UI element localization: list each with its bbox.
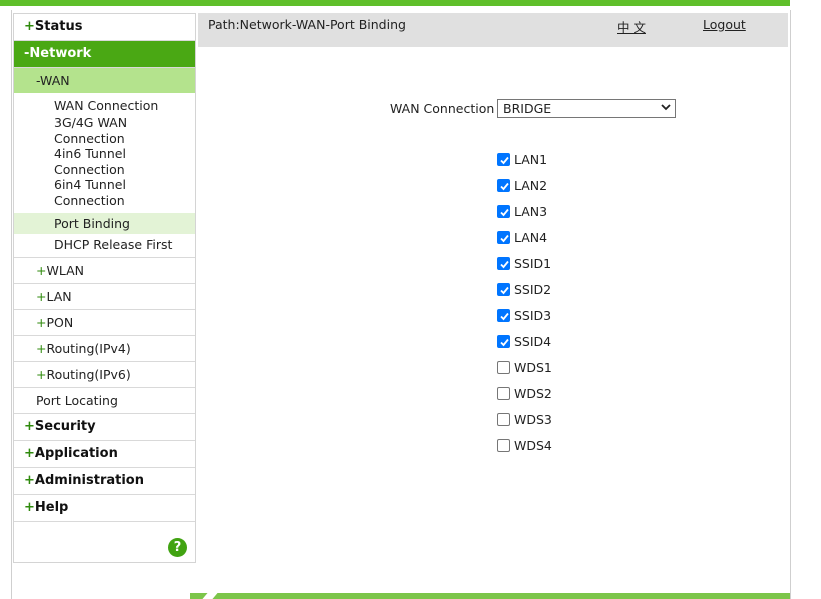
wan-connection-value: BRIDGE — [503, 101, 552, 116]
leaf-4in6-line2: Connection — [54, 161, 125, 177]
submenu-lan-label: LAN — [46, 289, 72, 304]
checkbox-ssid3[interactable] — [497, 309, 510, 322]
expand-plus-icon: + — [24, 419, 35, 434]
checkbox-lan3[interactable] — [497, 205, 510, 218]
menu-administration[interactable]: +Administration — [14, 468, 195, 495]
menu-security[interactable]: +Security — [14, 414, 195, 441]
header-bar: Path:Network-WAN-Port Binding 中 文 Logout — [198, 13, 788, 47]
menu-network-label: Network — [29, 46, 92, 61]
menu-administration-label: Administration — [34, 473, 144, 488]
checkbox-wds3[interactable] — [497, 413, 510, 426]
menu-application[interactable]: +Application — [14, 441, 195, 468]
wan-leaf-list: WAN Connection 3G/4G WAN Connection 4in6… — [14, 93, 195, 255]
checkmark-icon — [500, 182, 509, 191]
checkbox-lan2[interactable] — [497, 179, 510, 192]
top-brand-strip — [0, 0, 790, 6]
leaf-6in4-line2: Connection — [54, 192, 125, 208]
checkbox-label-lan4: LAN4 — [514, 230, 548, 245]
expand-plus-icon: + — [24, 19, 35, 34]
expand-plus-icon: + — [36, 367, 47, 382]
checkbox-label-lan2: LAN2 — [514, 178, 548, 193]
chevron-down-icon — [661, 104, 671, 111]
expand-plus-icon: + — [24, 473, 35, 488]
menu-status-label: Status — [34, 19, 83, 34]
checkmark-icon — [500, 156, 509, 165]
expand-plus-icon: + — [24, 500, 35, 515]
checkmark-icon — [500, 338, 509, 347]
checkbox-ssid4[interactable] — [497, 335, 510, 348]
submenu-routing-ipv4[interactable]: +Routing(IPv4) — [14, 336, 195, 362]
menu-security-label: Security — [34, 419, 96, 434]
leaf-dhcp-release-first[interactable]: DHCP Release First — [14, 234, 195, 255]
submenu-port-locating[interactable]: Port Locating — [14, 388, 195, 414]
checkbox-label-ssid2: SSID2 — [514, 282, 552, 297]
checkmark-icon — [500, 286, 509, 295]
menu-application-label: Application — [34, 446, 118, 461]
menu-network[interactable]: -Network — [14, 41, 195, 68]
checkmark-icon — [500, 260, 509, 269]
menu-help-label: Help — [34, 500, 69, 515]
leaf-3g4g-line2: Connection — [54, 130, 125, 146]
checkbox-label-wds1: WDS1 — [514, 360, 552, 375]
submenu-pon-label: PON — [46, 315, 74, 330]
leaf-3g4g-wan-connection[interactable]: 3G/4G WAN Connection — [14, 115, 195, 146]
logout-link[interactable]: Logout — [703, 17, 746, 32]
submenu-routing-ipv6[interactable]: +Routing(IPv6) — [14, 362, 195, 388]
leaf-6in4-line1: 6in4 Tunnel — [54, 177, 126, 192]
leaf-wan-connection[interactable]: WAN Connection — [14, 98, 195, 115]
checkbox-label-lan1: LAN1 — [514, 152, 548, 167]
checkbox-label-wds4: WDS4 — [514, 438, 552, 453]
checkbox-label-wds3: WDS3 — [514, 412, 552, 427]
wan-connection-label: WAN Connection — [390, 101, 495, 116]
sidebar-nav: +Status -Network -WAN WAN Connection 3G/… — [13, 13, 196, 563]
checkmark-icon — [500, 234, 509, 243]
expand-plus-icon: + — [36, 263, 47, 278]
wan-connection-select[interactable]: BRIDGE — [497, 99, 676, 118]
checkbox-wds4[interactable] — [497, 439, 510, 452]
submenu-lan[interactable]: +LAN — [14, 284, 195, 310]
menu-status[interactable]: +Status — [14, 14, 195, 41]
leaf-6in4-tunnel-connection[interactable]: 6in4 Tunnel Connection — [14, 177, 195, 208]
submenu-wlan[interactable]: +WLAN — [14, 257, 195, 284]
checkbox-label-wds2: WDS2 — [514, 386, 552, 401]
submenu-wan-label: WAN — [40, 73, 70, 88]
checkbox-lan1[interactable] — [497, 153, 510, 166]
checkmark-icon — [500, 312, 509, 321]
breadcrumb-path: Path:Network-WAN-Port Binding — [208, 17, 406, 32]
expand-plus-icon: + — [36, 341, 47, 356]
language-switch-link[interactable]: 中 文 — [617, 17, 646, 36]
leaf-3g4g-line1: 3G/4G WAN — [54, 115, 128, 130]
footer-stripe — [190, 593, 790, 599]
submenu-wan[interactable]: -WAN — [14, 68, 195, 93]
checkbox-label-ssid3: SSID3 — [514, 308, 552, 323]
checkmark-icon — [500, 208, 509, 217]
checkbox-wds2[interactable] — [497, 387, 510, 400]
checkbox-wds1[interactable] — [497, 361, 510, 374]
submenu-wlan-label: WLAN — [46, 263, 84, 278]
submenu-routing-ipv4-label: Routing(IPv4) — [46, 341, 131, 356]
expand-plus-icon: + — [36, 315, 47, 330]
checkbox-lan4[interactable] — [497, 231, 510, 244]
checkbox-label-ssid4: SSID4 — [514, 334, 552, 349]
menu-help[interactable]: +Help — [14, 495, 195, 522]
leaf-4in6-tunnel-connection[interactable]: 4in6 Tunnel Connection — [14, 146, 195, 177]
leaf-port-binding[interactable]: Port Binding — [14, 213, 195, 234]
checkbox-ssid2[interactable] — [497, 283, 510, 296]
checkbox-label-ssid1: SSID1 — [514, 256, 552, 271]
leaf-4in6-line1: 4in6 Tunnel — [54, 146, 126, 161]
question-mark-icon[interactable]: ? — [168, 538, 187, 557]
checkbox-label-lan3: LAN3 — [514, 204, 548, 219]
expand-plus-icon: + — [24, 446, 35, 461]
checkbox-ssid1[interactable] — [497, 257, 510, 270]
expand-plus-icon: + — [36, 289, 47, 304]
submenu-routing-ipv6-label: Routing(IPv6) — [46, 367, 131, 382]
submenu-pon[interactable]: +PON — [14, 310, 195, 336]
